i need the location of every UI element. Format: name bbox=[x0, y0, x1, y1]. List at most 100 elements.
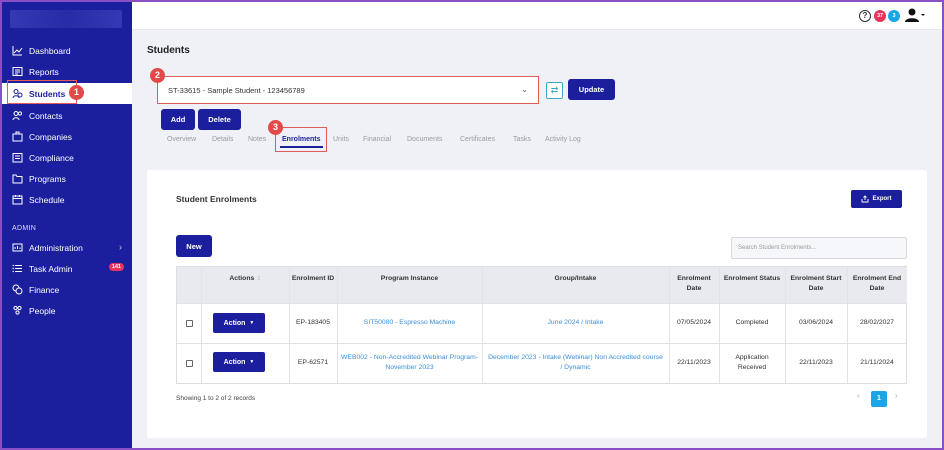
row-checkbox[interactable] bbox=[186, 360, 193, 367]
export-button[interactable]: Export bbox=[851, 190, 902, 208]
chevron-down-icon: ⌄ bbox=[521, 85, 528, 94]
header-enrolment-date: Enrolment Date bbox=[669, 267, 719, 303]
header-enrolment-end-date: Enrolment End Date bbox=[847, 267, 907, 303]
list-icon bbox=[12, 263, 23, 274]
export-icon bbox=[862, 195, 869, 203]
pager-prev[interactable]: ‹ bbox=[857, 391, 860, 400]
sidebar-item-finance[interactable]: Finance bbox=[2, 279, 132, 300]
sidebar-item-companies[interactable]: Companies bbox=[2, 126, 132, 147]
tab-documents[interactable]: Documents bbox=[407, 136, 442, 143]
user-menu[interactable] bbox=[905, 7, 925, 23]
help-icon[interactable]: ? bbox=[859, 10, 871, 22]
message-badge[interactable]: 3 bbox=[888, 10, 900, 22]
enrolments-title: Student Enrolments bbox=[176, 194, 257, 204]
chart-line-icon bbox=[12, 45, 23, 56]
sidebar-item-label: Finance bbox=[29, 284, 60, 295]
sidebar-item-compliance[interactable]: Compliance bbox=[2, 147, 132, 168]
sidebar-item-label: Reports bbox=[29, 66, 59, 77]
new-button[interactable]: New bbox=[176, 235, 212, 257]
enrolment-status: Completed bbox=[735, 319, 769, 326]
coins-icon bbox=[12, 284, 23, 295]
row-action-button[interactable]: Action ▼ bbox=[213, 313, 265, 333]
student-select[interactable]: ST-33615 - Sample Student - 123456789 ⌄ bbox=[157, 76, 539, 104]
tab-financial[interactable]: Financial bbox=[363, 136, 391, 143]
contacts-icon bbox=[12, 110, 23, 121]
header-checkbox-col bbox=[177, 267, 201, 303]
building-icon bbox=[12, 131, 23, 142]
row-checkbox[interactable] bbox=[186, 320, 193, 327]
sidebar-item-label: Programs bbox=[29, 173, 66, 184]
enrolment-end-date: 28/02/2027 bbox=[859, 319, 895, 326]
sidebar-item-label: Administration bbox=[29, 242, 83, 253]
search-placeholder: Search Student Enrolments... bbox=[738, 245, 817, 251]
step-marker-2: 2 bbox=[150, 68, 165, 83]
update-button[interactable]: Update bbox=[568, 79, 615, 100]
group-intake-link[interactable]: June 2024 / Intake bbox=[482, 303, 669, 343]
row-action-button[interactable]: Action ▼ bbox=[213, 352, 265, 372]
page-title: Students bbox=[147, 45, 190, 56]
enrolment-start-date: 03/06/2024 bbox=[798, 319, 834, 326]
pager-next[interactable]: › bbox=[895, 391, 898, 400]
tab-overview[interactable]: Overview bbox=[167, 136, 196, 143]
enrolment-date: 22/11/2023 bbox=[677, 359, 711, 366]
enrolment-start-date: 22/11/2023 bbox=[799, 359, 833, 366]
user-icon bbox=[905, 8, 925, 22]
enrolments-table: Actions ↕ Enrolment ID Program Instance G… bbox=[176, 266, 907, 384]
tab-units[interactable]: Units bbox=[333, 136, 349, 143]
sidebar-item-people[interactable]: People bbox=[2, 300, 132, 321]
sidebar-item-administration[interactable]: Administration › bbox=[2, 237, 132, 258]
sidebar-item-task-admin[interactable]: Task Admin 141 bbox=[2, 258, 132, 279]
highlight-enrolments-tab bbox=[275, 127, 327, 152]
program-instance-link[interactable]: SIT50080 - Espresso Machine bbox=[337, 303, 482, 343]
sidebar-item-schedule[interactable]: Schedule bbox=[2, 189, 132, 210]
export-label: Export bbox=[872, 196, 892, 202]
delete-button[interactable]: Delete bbox=[198, 109, 241, 130]
sidebar-item-label: Task Admin bbox=[29, 263, 73, 274]
logo bbox=[10, 10, 122, 28]
admin-section-title: ADMIN bbox=[12, 225, 37, 232]
folder-icon bbox=[12, 173, 23, 184]
people-icon bbox=[12, 305, 23, 316]
enrolment-end-date: 21/11/2024 bbox=[860, 359, 894, 366]
tab-certificates[interactable]: Certificates bbox=[460, 136, 495, 143]
enrolment-date: 07/05/2024 bbox=[676, 319, 712, 326]
header-enrolment-status: Enrolment Status bbox=[719, 267, 785, 303]
sidebar: Dashboard Reports Students Contacts Comp… bbox=[2, 2, 132, 448]
tab-activity-log[interactable]: Activity Log bbox=[545, 136, 581, 143]
header-enrolment-start-date: Enrolment Start Date bbox=[785, 267, 847, 303]
topbar: ? 37 3 bbox=[132, 2, 942, 30]
refresh-button[interactable]: ⇄ bbox=[546, 82, 563, 99]
task-count-badge: 141 bbox=[108, 263, 124, 271]
header-actions: Actions ↕ bbox=[201, 267, 289, 303]
admin-icon bbox=[12, 242, 23, 253]
enrolment-id: EP-183405 bbox=[295, 319, 330, 326]
step-marker-1: 1 bbox=[69, 85, 84, 100]
search-input[interactable]: Search Student Enrolments... bbox=[731, 237, 907, 259]
sidebar-item-label: Contacts bbox=[29, 110, 63, 121]
clipboard-icon bbox=[12, 152, 23, 163]
tab-notes[interactable]: Notes bbox=[248, 136, 266, 143]
header-group-intake: Group/Intake bbox=[482, 267, 669, 303]
sidebar-item-label: Companies bbox=[29, 131, 72, 142]
header-program-instance: Program Instance bbox=[337, 267, 482, 303]
sidebar-item-dashboard[interactable]: Dashboard bbox=[2, 40, 132, 61]
student-select-value: ST-33615 - Sample Student - 123456789 bbox=[168, 85, 305, 95]
notification-badge[interactable]: 37 bbox=[874, 10, 886, 22]
refresh-icon: ⇄ bbox=[550, 85, 559, 95]
chevron-right-icon: › bbox=[119, 242, 122, 252]
tab-details[interactable]: Details bbox=[212, 136, 233, 143]
enrolment-id: EP-62571 bbox=[297, 359, 329, 366]
sidebar-item-programs[interactable]: Programs bbox=[2, 168, 132, 189]
sidebar-item-label: Compliance bbox=[29, 152, 74, 163]
group-intake-link[interactable]: December 2023 - Intake (Webinar) Non Acc… bbox=[488, 343, 663, 383]
sidebar-item-contacts[interactable]: Contacts bbox=[2, 105, 132, 126]
enrolment-status: Application Received bbox=[735, 354, 769, 371]
sidebar-item-reports[interactable]: Reports bbox=[2, 61, 132, 82]
program-instance-link[interactable]: WEB002 - Non-Accredited Webinar Program-… bbox=[341, 343, 478, 383]
tab-tasks[interactable]: Tasks bbox=[513, 136, 531, 143]
highlight-students bbox=[7, 80, 77, 104]
pager-page-1[interactable]: 1 bbox=[871, 391, 887, 407]
step-marker-3: 3 bbox=[268, 120, 283, 135]
add-button[interactable]: Add bbox=[161, 109, 195, 130]
sidebar-item-label: People bbox=[29, 305, 56, 316]
